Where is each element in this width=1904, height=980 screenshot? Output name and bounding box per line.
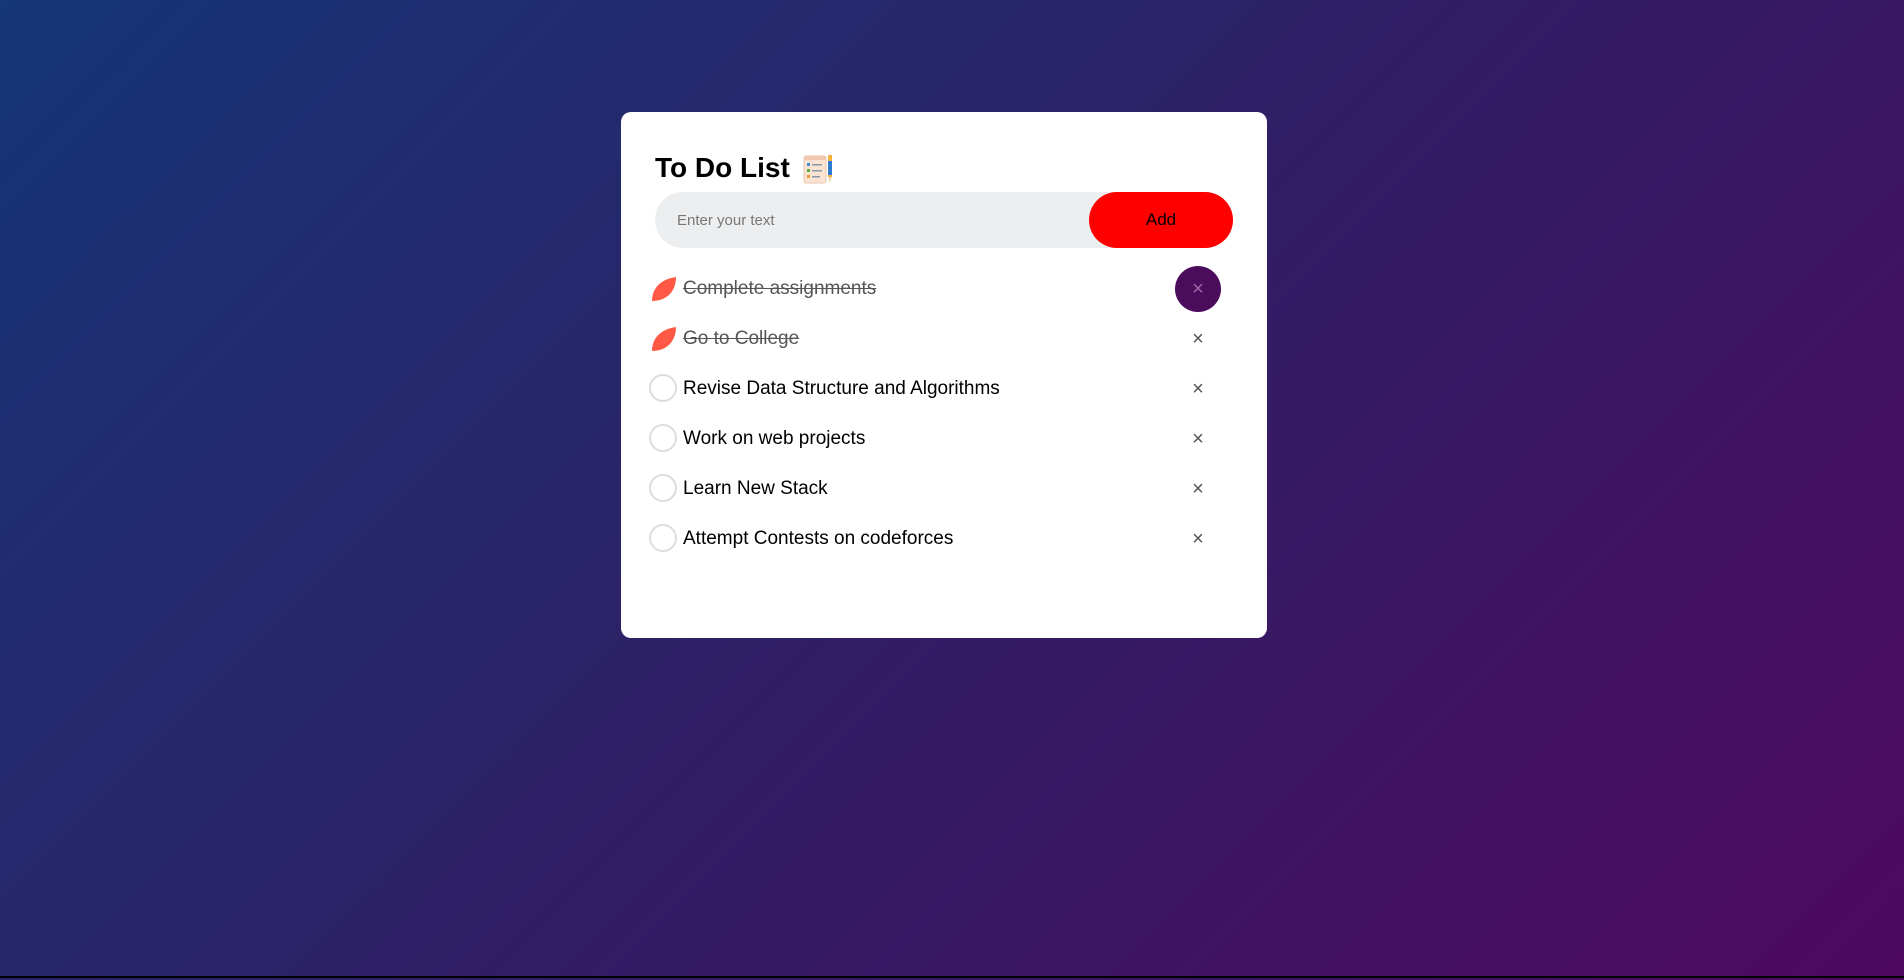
task-label: Work on web projects [683,428,866,449]
task-label: Learn New Stack [683,478,828,499]
unchecked-circle-icon[interactable] [649,374,677,402]
remove-task-icon[interactable]: × [1175,416,1221,462]
remove-task-icon[interactable]: × [1175,516,1221,562]
task-label: Revise Data Structure and Algorithms [683,378,1000,399]
input-row: Add [655,192,1233,248]
task-item[interactable]: Attempt Contests on codeforces × [649,514,1233,564]
todo-card: To Do List Add Compl [621,112,1267,638]
task-item[interactable]: Learn New Stack × [649,464,1233,514]
title-row: To Do List [655,152,1233,184]
app-title: To Do List [655,152,790,183]
task-item[interactable]: Complete assignments × [649,264,1233,314]
remove-task-icon[interactable]: × [1175,366,1221,412]
task-label: Go to College [683,328,800,349]
remove-task-icon[interactable]: × [1175,316,1221,362]
window-bottom-border [0,976,1904,978]
remove-task-icon[interactable]: × [1175,466,1221,512]
checked-circle-icon[interactable] [649,274,679,304]
task-input[interactable] [655,201,1089,239]
task-list: Complete assignments × Go to College × R… [649,264,1233,564]
add-button[interactable]: Add [1089,192,1233,248]
checked-circle-icon[interactable] [649,324,679,354]
task-item[interactable]: Work on web projects × [649,414,1233,464]
unchecked-circle-icon[interactable] [649,474,677,502]
unchecked-circle-icon[interactable] [649,524,677,552]
task-item[interactable]: Revise Data Structure and Algorithms × [649,364,1233,414]
task-label: Complete assignments [683,278,877,299]
checklist-notepad-icon [802,153,832,184]
task-item[interactable]: Go to College × [649,314,1233,364]
unchecked-circle-icon[interactable] [649,424,677,452]
task-label: Attempt Contests on codeforces [683,528,954,549]
remove-task-icon[interactable]: × [1175,266,1221,312]
